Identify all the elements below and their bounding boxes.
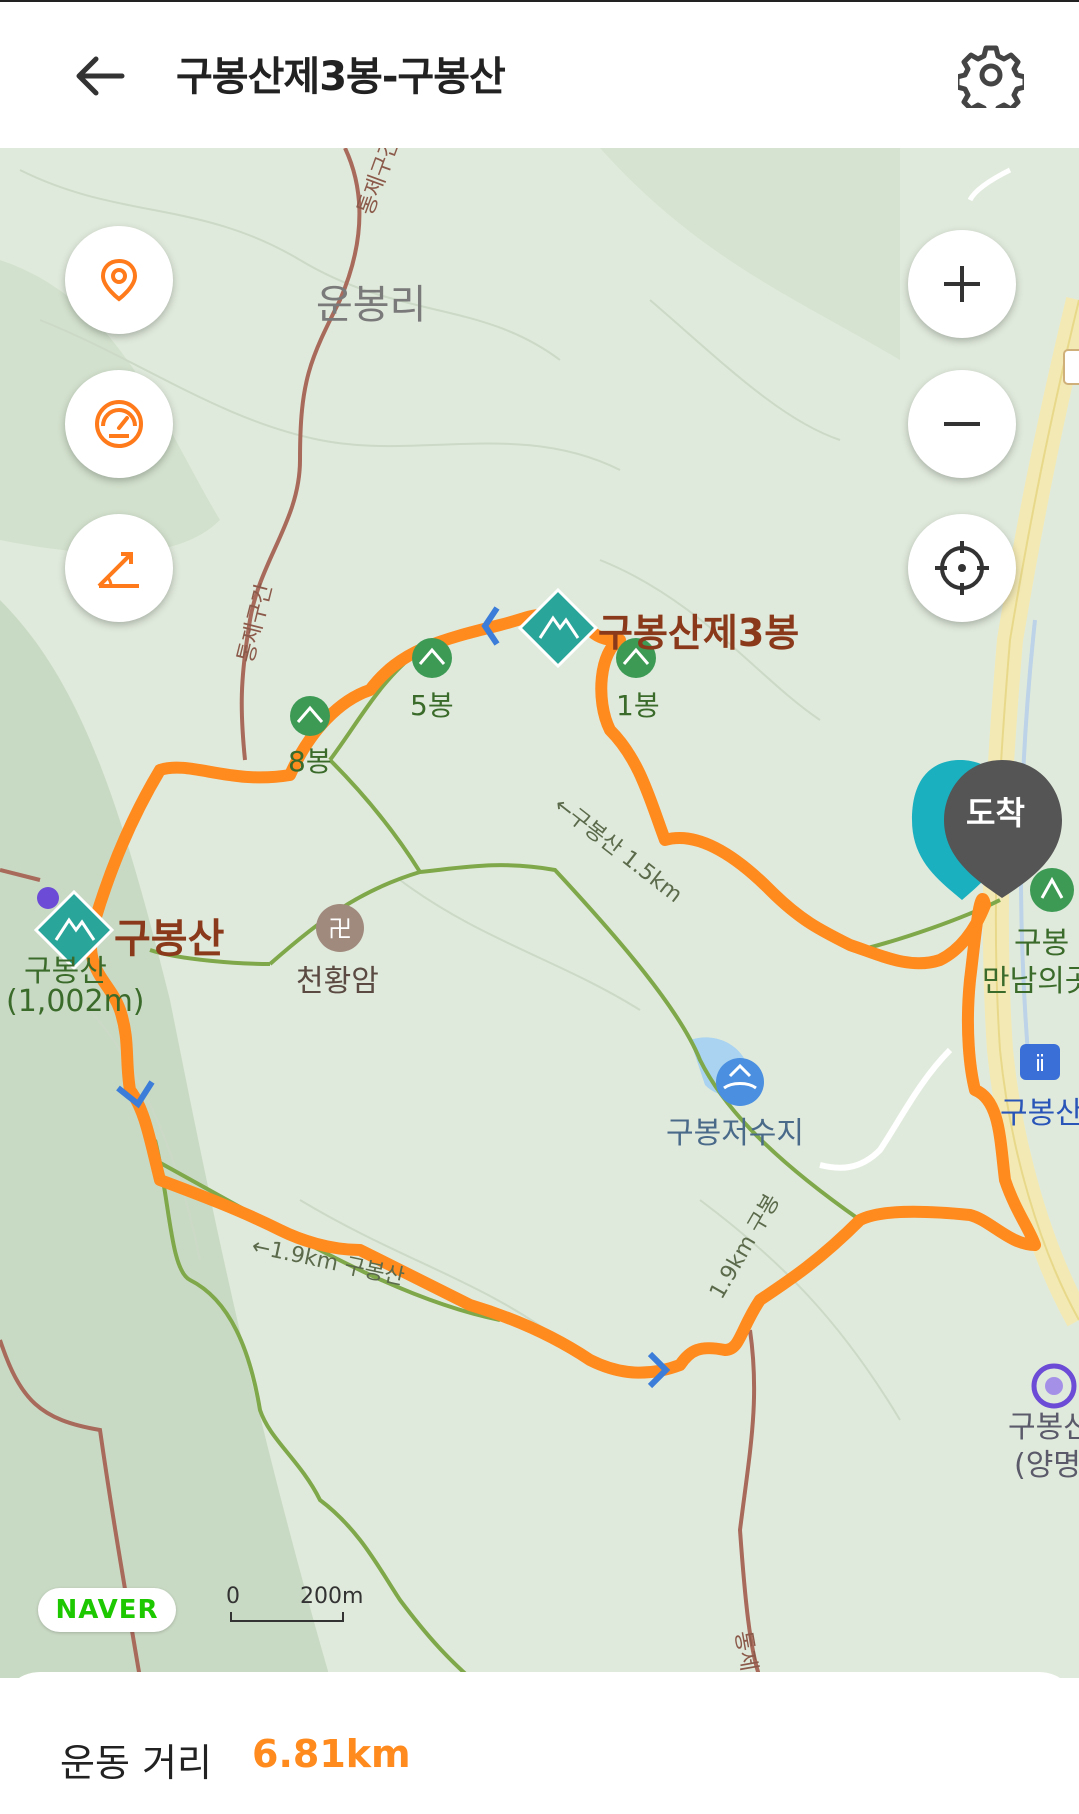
distance-value: 6.81km	[252, 1732, 411, 1776]
map-view[interactable]: 卍 ⅱ 운봉리 통제구간 통제구간 통제구 구봉산제3봉 5봉 1봉 8봉 구봉…	[0, 148, 1079, 1678]
main-peak-sub2: (1,002m)	[6, 984, 145, 1019]
scale-zero: 0	[226, 1584, 240, 1609]
speedometer-icon	[95, 400, 143, 448]
gear-icon	[954, 45, 1028, 119]
arrival-label: 도착	[966, 794, 1025, 832]
right-label-3: 구봉산	[1000, 1096, 1079, 1131]
village-label: 운봉리	[316, 282, 427, 328]
slope-angle-icon	[97, 552, 139, 588]
distance-label: 운동 거리	[60, 1741, 212, 1785]
reservoir-label: 구봉저수지	[666, 1116, 804, 1151]
zoom-in-button[interactable]	[908, 230, 1016, 338]
main-peak-label: 구봉산	[114, 916, 225, 962]
zoom-out-button[interactable]	[908, 370, 1016, 478]
speed-button[interactable]	[65, 370, 173, 478]
naver-logo: NAVER	[38, 1588, 176, 1632]
svg-text:ⅱ: ⅱ	[1035, 1052, 1045, 1077]
right-label-5: (양명	[1014, 1448, 1079, 1483]
summary-sheet[interactable]: 운동 거리 6.81km	[0, 1672, 1079, 1814]
svg-text:卍: 卍	[328, 915, 352, 943]
crosshair-icon	[935, 541, 989, 595]
peak1-label: 1봉	[616, 689, 660, 722]
right-label-2: 만남의곳	[982, 964, 1079, 999]
zoom-in-icon	[944, 266, 980, 302]
page-title: 구봉산제3봉-구봉산	[176, 54, 506, 100]
location-pin-icon	[100, 258, 138, 302]
recenter-button[interactable]	[908, 514, 1016, 622]
peak3-label: 구봉산제3봉	[598, 611, 800, 655]
my-location-button[interactable]	[65, 226, 173, 334]
peak5-label: 5봉	[410, 689, 454, 722]
slope-button[interactable]	[65, 514, 173, 622]
map-scale: 0 200m	[226, 1584, 363, 1622]
temple-label: 천황암	[296, 964, 379, 999]
peak8-label: 8봉	[288, 745, 332, 778]
scale-distance: 200m	[300, 1584, 364, 1609]
arrow-left-icon	[76, 56, 125, 96]
settings-button[interactable]	[954, 42, 1028, 119]
zoom-out-icon	[944, 422, 980, 426]
back-button[interactable]	[70, 46, 130, 106]
app-header: 구봉산제3봉-구봉산	[0, 0, 1079, 150]
